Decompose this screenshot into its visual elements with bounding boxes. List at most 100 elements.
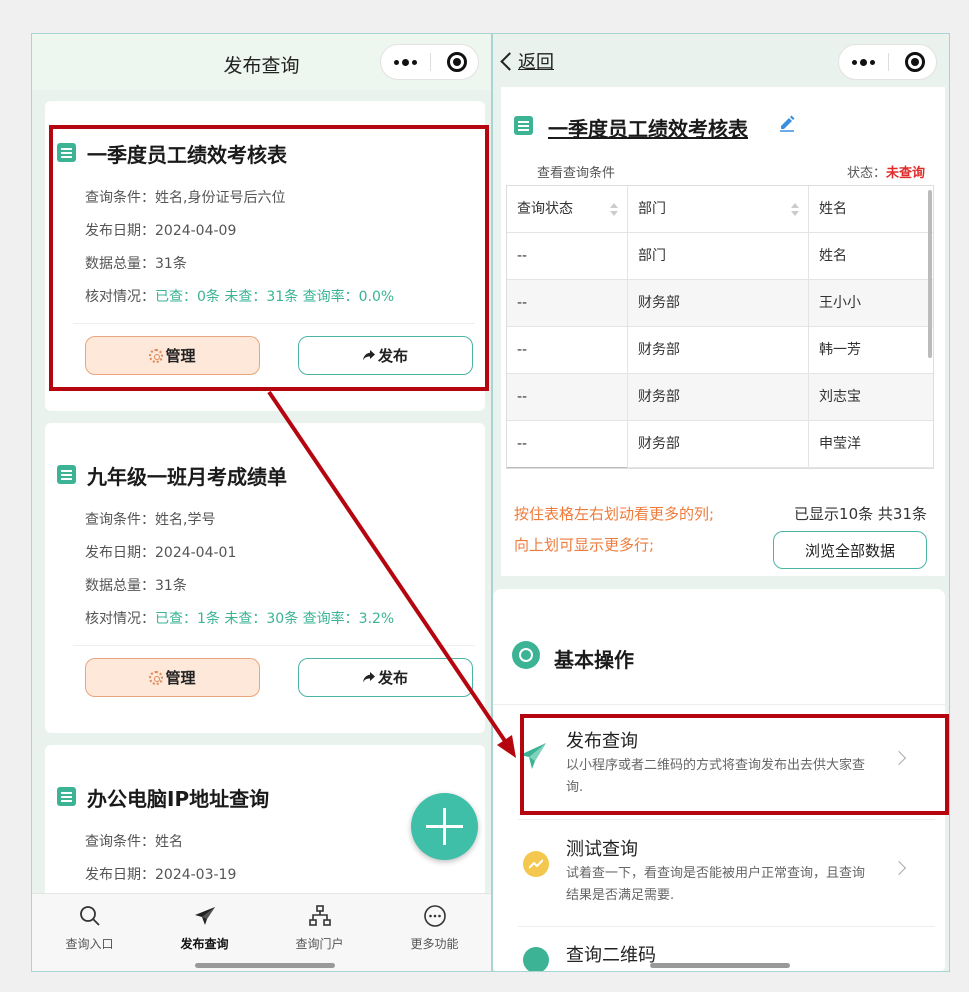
conditions-text: 查询条件：姓名,学号 (85, 512, 216, 528)
option-title: 发布查询 (566, 731, 638, 752)
manage-button[interactable]: 管理 (85, 658, 260, 697)
swipe-hint: 按住表格左右划动看更多的列; (514, 505, 715, 523)
publish-button[interactable]: 发布 (298, 336, 473, 375)
table-header-row: 查询状态 部门 姓名 (507, 186, 933, 233)
qr-code-icon (523, 947, 549, 971)
edit-pencil-icon[interactable] (778, 114, 796, 132)
table-cell: -- (507, 280, 628, 327)
manage-button[interactable]: 管理 (85, 336, 260, 375)
navbar: 发布查询 (32, 34, 491, 90)
table-cell: 财务部 (628, 374, 809, 421)
query-card[interactable]: 九年级一班月考成绩单 查询条件：姓名,学号 发布日期：2024-04-01 数据… (45, 423, 485, 733)
close-miniprogram-button[interactable] (905, 52, 925, 72)
home-indicator (195, 963, 335, 968)
date-text: 发布日期：2024-03-19 (85, 867, 237, 883)
tab-query-entry[interactable]: 查询入口 (32, 894, 147, 954)
navbar: 返回 (493, 34, 949, 90)
query-title[interactable]: 一季度员工绩效考核表 (548, 113, 748, 142)
column-header[interactable]: 部门 (628, 186, 809, 233)
table-cell: -- (507, 233, 628, 280)
status-badge: 未查询 (885, 166, 925, 181)
back-button[interactable]: 返回 (497, 48, 554, 74)
tab-query-portal[interactable]: 查询门户 (262, 894, 377, 954)
back-label: 返回 (518, 52, 554, 73)
table-cell: -- (507, 327, 628, 374)
more-options-button[interactable] (381, 45, 430, 79)
table-row[interactable]: -- 财务部 王小小 (507, 280, 933, 327)
query-card[interactable]: 一季度员工绩效考核表 查询条件：姓名,身份证号后六位 发布日期：2024-04-… (45, 101, 485, 411)
tab-publish-query[interactable]: 发布查询 (147, 894, 262, 954)
divider (493, 704, 945, 705)
table-cell: 姓名 (819, 248, 847, 264)
section-title: 基本操作 (554, 648, 634, 672)
browse-all-button[interactable]: 浏览全部数据 (773, 531, 927, 569)
home-indicator (650, 963, 790, 968)
tab-label: 发布查询 (180, 937, 229, 951)
table-row[interactable]: -- 财务部 申莹洋 (507, 421, 933, 468)
table-cell: 财务部 (628, 327, 809, 374)
total-text: 数据总量：31条 (85, 578, 187, 594)
table-cell: 部门 (628, 233, 809, 280)
record-count: 已显示10条 共31条 (794, 505, 927, 523)
scroll-hint: 向上划可显示更多行; (514, 536, 655, 554)
conditions-text: 查询条件：姓名,身份证号后六位 (85, 190, 286, 206)
check-status-text: 核对情况：已查：1条 未查：30条 查询率：3.2% (85, 611, 395, 627)
column-header[interactable]: 查询状态 (507, 186, 628, 233)
add-query-button[interactable] (411, 793, 478, 860)
table-cell: 财务部 (628, 421, 809, 468)
data-table[interactable]: 查询状态 部门 姓名 -- 部门 姓名 -- 财务部 王小小 -- 财务部 韩一… (506, 185, 934, 469)
table-cell: 王小小 (819, 295, 861, 311)
paper-plane-icon (195, 907, 215, 925)
test-query-option[interactable]: 测试查询 试着查一下，看查询是否能被用户正常查询，且查询结果是否满足需要. (518, 835, 938, 917)
more-icon (424, 905, 446, 927)
sort-icon (791, 203, 799, 216)
table-cell: -- (507, 374, 628, 421)
date-text: 发布日期：2024-04-01 (85, 545, 237, 561)
table-row[interactable]: -- 财务部 刘志宝 (507, 374, 933, 421)
table-row[interactable]: -- 财务部 韩一芳 (507, 327, 933, 374)
table-cell: -- (507, 421, 628, 468)
gear-icon (149, 348, 164, 363)
tab-more-features[interactable]: 更多功能 (377, 894, 491, 954)
table-cell: 韩一芳 (819, 342, 861, 358)
total-text: 数据总量：31条 (85, 256, 187, 272)
date-text: 发布日期：2024-04-09 (85, 223, 237, 239)
divider (518, 819, 935, 820)
chevron-left-icon (500, 51, 519, 71)
status-text: 状态：未查询 (846, 166, 925, 181)
test-chart-icon (523, 851, 549, 877)
chevron-right-icon (891, 750, 907, 766)
more-options-button[interactable] (839, 45, 888, 79)
option-title: 测试查询 (566, 839, 638, 860)
sitemap-icon (309, 905, 331, 926)
close-miniprogram-button[interactable] (447, 52, 467, 72)
search-icon (80, 906, 100, 926)
publish-button[interactable]: 发布 (298, 658, 473, 697)
capsule-menu (380, 44, 479, 80)
divider (73, 323, 475, 324)
column-header[interactable]: 姓名 (809, 186, 933, 233)
document-icon (514, 116, 533, 135)
tab-label: 查询入口 (65, 937, 114, 951)
basic-operations-card: 基本操作 发布查询 以小程序或者二维码的方式将查询发布出去供大家查询. 测试查询… (493, 589, 945, 971)
vertical-scrollbar[interactable] (928, 190, 932, 358)
horizontal-scrollbar[interactable] (507, 467, 627, 468)
table-row[interactable]: -- 部门 姓名 (507, 233, 933, 280)
divider (518, 926, 935, 927)
chevron-right-icon (891, 860, 907, 876)
check-status-text: 核对情况：已查：0条 未查：31条 查询率：0.0% (85, 289, 395, 305)
table-cell: 刘志宝 (819, 389, 861, 405)
operations-icon (512, 641, 540, 669)
conditions-text: 查询条件：姓名 (85, 834, 183, 850)
card-title: 九年级一班月考成绩单 (87, 465, 287, 489)
option-description: 试着查一下，看查询是否能被用户正常查询，且查询结果是否满足需要. (566, 866, 866, 903)
document-icon (57, 143, 76, 162)
table-cell: 申莹洋 (819, 436, 861, 452)
view-conditions-link[interactable]: 查看查询条件 (537, 162, 615, 181)
option-title: 查询二维码 (566, 945, 656, 966)
sort-icon (610, 203, 618, 216)
share-icon (362, 350, 375, 361)
publish-query-option[interactable]: 发布查询 以小程序或者二维码的方式将查询发布出去供大家查询. (518, 727, 938, 809)
right-screen: 返回 一季度员工绩效考核表 查看查询条件 状态：未查询 查询状态 部门 姓名 -… (492, 33, 950, 972)
left-screen: 发布查询 一季度员工绩效考核表 查询条件：姓名,身份证号后六位 发布日期：202… (31, 33, 492, 972)
